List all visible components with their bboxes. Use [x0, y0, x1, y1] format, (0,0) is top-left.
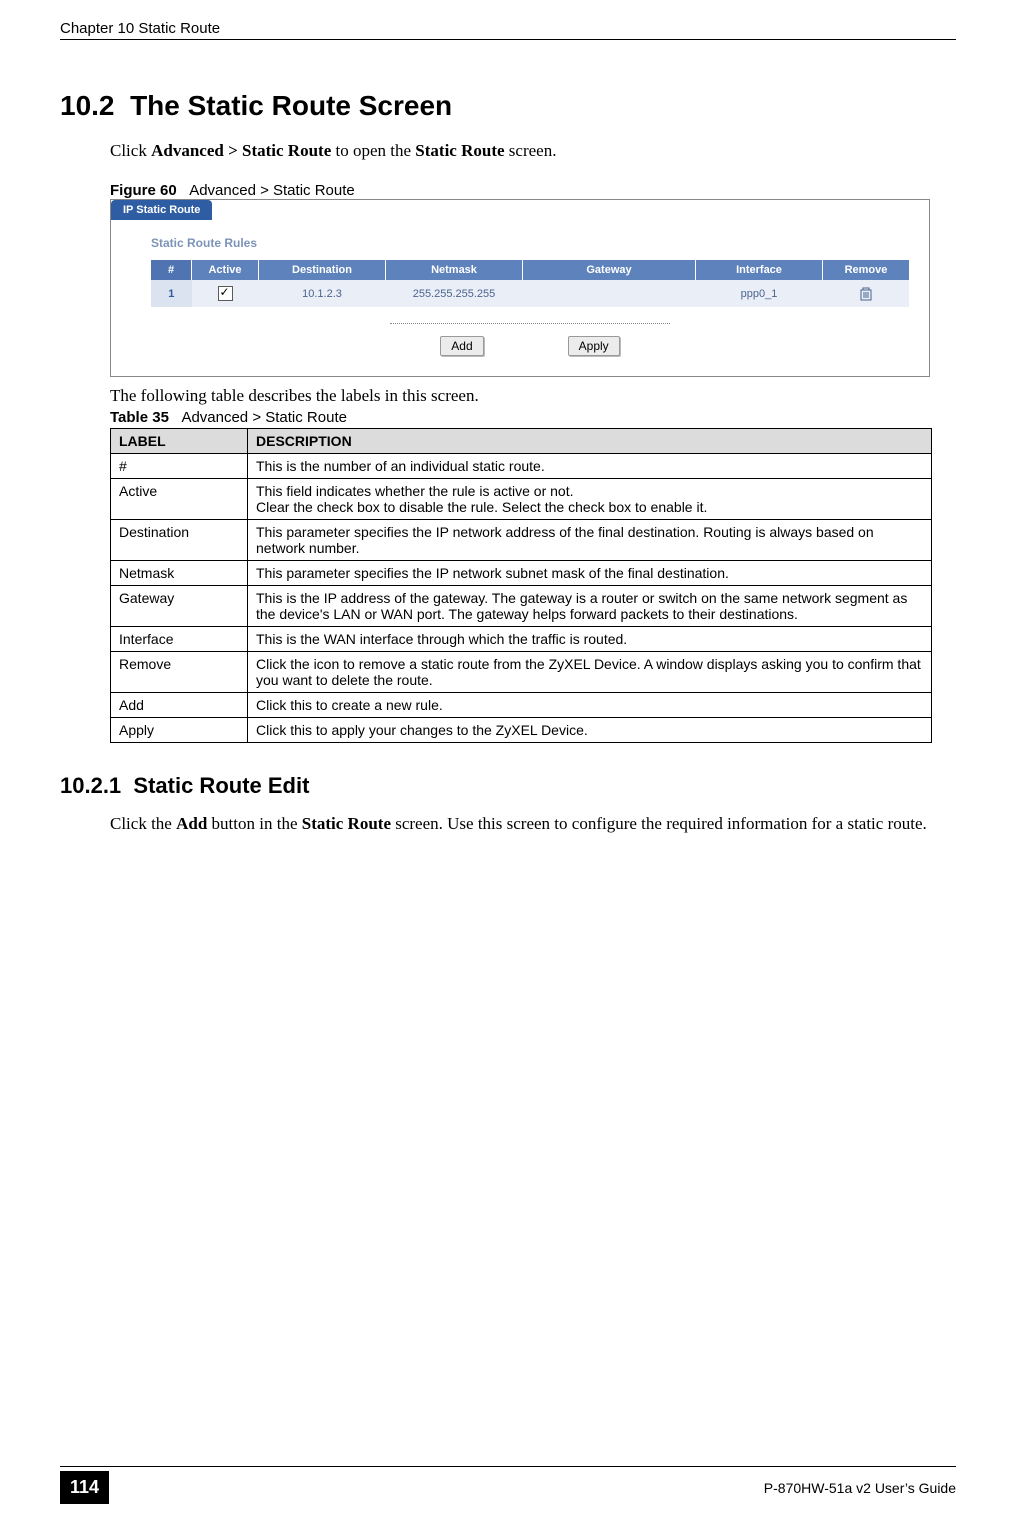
description-table: LABEL DESCRIPTION #This is the number of… — [110, 428, 932, 743]
table-row: ApplyClick this to apply your changes to… — [111, 718, 932, 743]
desc-text: Click the icon to remove a static route … — [248, 652, 932, 693]
desc-text: This parameter specifies the IP network … — [248, 561, 932, 586]
subsection-para: Click the Add button in the Static Route… — [60, 813, 956, 835]
page-footer: 114 P-870HW-51a v2 User’s Guide — [60, 1466, 956, 1504]
table-intro-text: The following table describes the labels… — [60, 385, 956, 407]
table-row: ActiveThis field indicates whether the r… — [111, 479, 932, 520]
trash-icon[interactable] — [860, 288, 872, 300]
desc-label: Interface — [111, 627, 248, 652]
table-row: InterfaceThis is the WAN interface throu… — [111, 627, 932, 652]
button-row: Add Apply — [151, 336, 909, 362]
col-netmask: Netmask — [386, 260, 523, 280]
divider — [390, 323, 670, 324]
desc-head-desc: DESCRIPTION — [248, 429, 932, 454]
desc-label: Active — [111, 479, 248, 520]
table-row: GatewayThis is the IP address of the gat… — [111, 586, 932, 627]
intro-mid: to open the — [331, 141, 415, 160]
rules-header-row: # Active Destination Netmask Gateway Int… — [151, 260, 909, 280]
col-remove: Remove — [823, 260, 910, 280]
cell-netmask: 255.255.255.255 — [386, 280, 523, 307]
sub-para-bold-add: Add — [176, 814, 207, 833]
page-number: 114 — [60, 1471, 109, 1504]
desc-text: This field indicates whether the rule is… — [248, 479, 932, 520]
active-checkbox[interactable] — [218, 286, 233, 301]
desc-label: Remove — [111, 652, 248, 693]
tab-bar: IP Static Route — [111, 200, 929, 220]
table-caption-text: Advanced > Static Route — [181, 409, 347, 426]
cell-destination: 10.1.2.3 — [259, 280, 386, 307]
section-title: The Static Route Screen — [130, 90, 452, 121]
col-interface: Interface — [696, 260, 823, 280]
figure-label: Figure 60 — [110, 182, 177, 199]
table-label: Table 35 — [110, 409, 169, 426]
table-row: 1 10.1.2.3 255.255.255.255 ppp0_1 — [151, 280, 909, 307]
table-row: RemoveClick the icon to remove a static … — [111, 652, 932, 693]
desc-text: This is the WAN interface through which … — [248, 627, 932, 652]
tab-ip-static-route[interactable]: IP Static Route — [111, 200, 212, 220]
figure-caption-text: Advanced > Static Route — [189, 182, 355, 199]
section-number: 10.2 — [60, 90, 115, 121]
desc-text: Click this to apply your changes to the … — [248, 718, 932, 743]
col-gateway: Gateway — [523, 260, 696, 280]
apply-button[interactable]: Apply — [568, 336, 620, 356]
desc-label: Gateway — [111, 586, 248, 627]
desc-header-row: LABEL DESCRIPTION — [111, 429, 932, 454]
cell-interface: ppp0_1 — [696, 280, 823, 307]
subsection-number: 10.2.1 — [60, 773, 121, 798]
guide-name: P-870HW-51a v2 User’s Guide — [764, 1480, 956, 1496]
screenshot-panel: IP Static Route Static Route Rules # Act… — [110, 199, 930, 377]
subsection-heading: 10.2.1 Static Route Edit — [60, 773, 956, 799]
desc-text: Click this to create a new rule. — [248, 693, 932, 718]
table-row: DestinationThis parameter specifies the … — [111, 520, 932, 561]
desc-text: This is the IP address of the gateway. T… — [248, 586, 932, 627]
table-row: #This is the number of an individual sta… — [111, 454, 932, 479]
desc-label: Netmask — [111, 561, 248, 586]
desc-label: Add — [111, 693, 248, 718]
table-row: AddClick this to create a new rule. — [111, 693, 932, 718]
desc-text: This parameter specifies the IP network … — [248, 520, 932, 561]
desc-label: Destination — [111, 520, 248, 561]
intro-prefix: Click — [110, 141, 151, 160]
desc-head-label: LABEL — [111, 429, 248, 454]
intro-bold-screen: Static Route — [415, 141, 504, 160]
sub-para-prefix: Click the — [110, 814, 176, 833]
cell-active — [192, 280, 259, 307]
rules-table: # Active Destination Netmask Gateway Int… — [151, 260, 909, 307]
intro-bold-path: Advanced > Static Route — [151, 141, 331, 160]
chapter-text: Chapter 10 Static Route — [60, 20, 220, 37]
desc-label: # — [111, 454, 248, 479]
sub-para-suffix: screen. Use this screen to configure the… — [391, 814, 927, 833]
col-destination: Destination — [259, 260, 386, 280]
table-caption: Table 35 Advanced > Static Route — [60, 409, 956, 428]
col-active: Active — [192, 260, 259, 280]
desc-label: Apply — [111, 718, 248, 743]
panel-section-title: Static Route Rules — [151, 236, 909, 250]
cell-index: 1 — [151, 280, 192, 307]
col-index: # — [151, 260, 192, 280]
sub-para-mid: button in the — [207, 814, 301, 833]
table-row: NetmaskThis parameter specifies the IP n… — [111, 561, 932, 586]
desc-text: This is the number of an individual stat… — [248, 454, 932, 479]
figure-caption: Figure 60 Advanced > Static Route — [60, 182, 956, 199]
section-heading: 10.2 The Static Route Screen — [60, 90, 956, 122]
page-header: Chapter 10 Static Route — [60, 20, 956, 40]
cell-gateway — [523, 280, 696, 307]
intro-suffix: screen. — [505, 141, 557, 160]
subsection-title: Static Route Edit — [133, 773, 309, 798]
section-intro: Click Advanced > Static Route to open th… — [60, 140, 956, 162]
sub-para-bold-route: Static Route — [302, 814, 391, 833]
add-button[interactable]: Add — [440, 336, 483, 356]
cell-remove — [823, 280, 910, 307]
